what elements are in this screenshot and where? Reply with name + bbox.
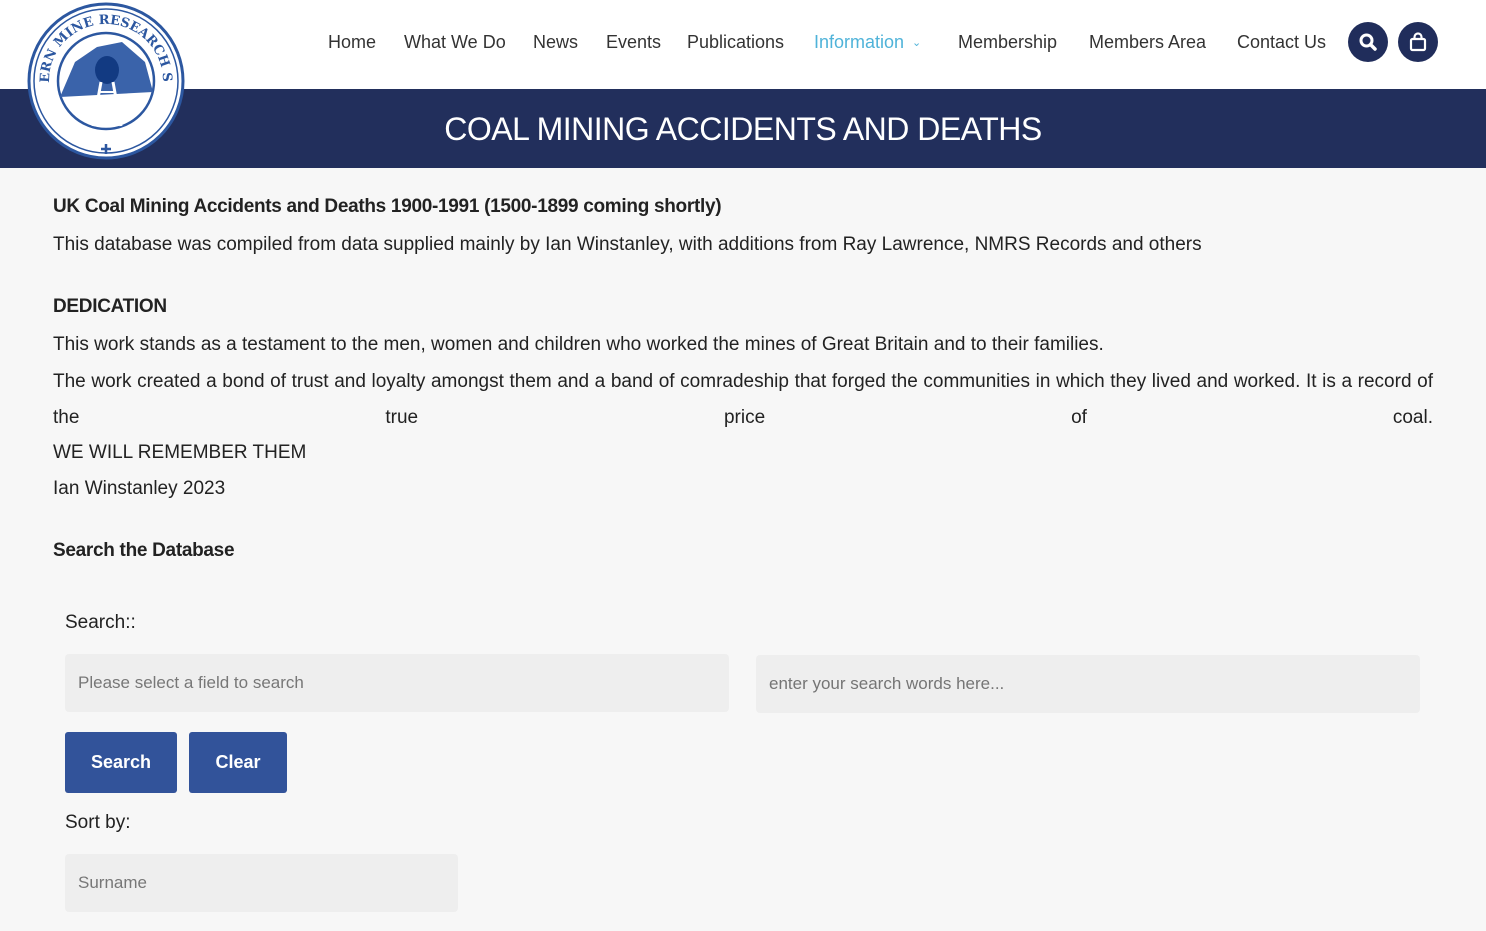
nav-news[interactable]: News: [533, 28, 578, 56]
search-label: Search::: [65, 612, 136, 633]
dedication-line-1: This work stands as a testament to the m…: [53, 334, 1104, 355]
search-field-select-value: Please select a field to search: [78, 673, 304, 692]
shopping-bag-icon: [1409, 32, 1427, 52]
sort-label: Sort by:: [65, 812, 131, 833]
clear-button[interactable]: Clear: [189, 732, 287, 793]
nav-membership[interactable]: Membership: [958, 28, 1057, 56]
intro-text: This database was compiled from data sup…: [53, 234, 1202, 255]
nav-events[interactable]: Events: [606, 28, 661, 56]
cart-button[interactable]: [1398, 22, 1438, 62]
nav-home[interactable]: Home: [328, 28, 376, 56]
sort-select-value: Surname: [78, 873, 147, 892]
nav-information-label: Information: [814, 32, 905, 52]
nav-members-area[interactable]: Members Area: [1089, 28, 1206, 56]
search-submit-button[interactable]: Search: [65, 732, 177, 793]
nav-contact-us[interactable]: Contact Us: [1237, 28, 1326, 56]
chevron-down-icon: ⌄: [912, 37, 922, 49]
search-button[interactable]: [1348, 22, 1388, 62]
dedication-line-3: WE WILL REMEMBER THEM: [53, 442, 307, 463]
page-banner: COAL MINING ACCIDENTS AND DEATHS: [0, 89, 1486, 168]
site-logo[interactable]: NORTHERN MINE RESEARCH SOCIETY: [21, 0, 185, 160]
search-field-select[interactable]: Please select a field to search: [65, 654, 729, 712]
intro-heading: UK Coal Mining Accidents and Deaths 1900…: [53, 196, 722, 217]
nav-what-we-do[interactable]: What We Do: [404, 28, 506, 56]
search-icon: [1359, 33, 1377, 51]
main-nav: Home What We Do News Events Publications…: [0, 28, 1486, 56]
nav-information[interactable]: Information ⌄: [814, 28, 921, 59]
dedication-line-2: The work created a bond of trust and loy…: [53, 371, 1433, 428]
search-heading: Search the Database: [53, 540, 235, 561]
logo-emblem-icon: NORTHERN MINE RESEARCH SOCIETY: [21, 0, 185, 160]
sort-select[interactable]: Surname: [65, 854, 458, 912]
nav-publications[interactable]: Publications: [687, 28, 784, 56]
page-title: COAL MINING ACCIDENTS AND DEATHS: [444, 111, 1042, 147]
search-words-input[interactable]: [756, 655, 1420, 713]
dedication-signature: Ian Winstanley 2023: [53, 478, 226, 499]
top-bar: Home What We Do News Events Publications…: [0, 0, 1486, 89]
dedication-heading: DEDICATION: [53, 296, 167, 317]
